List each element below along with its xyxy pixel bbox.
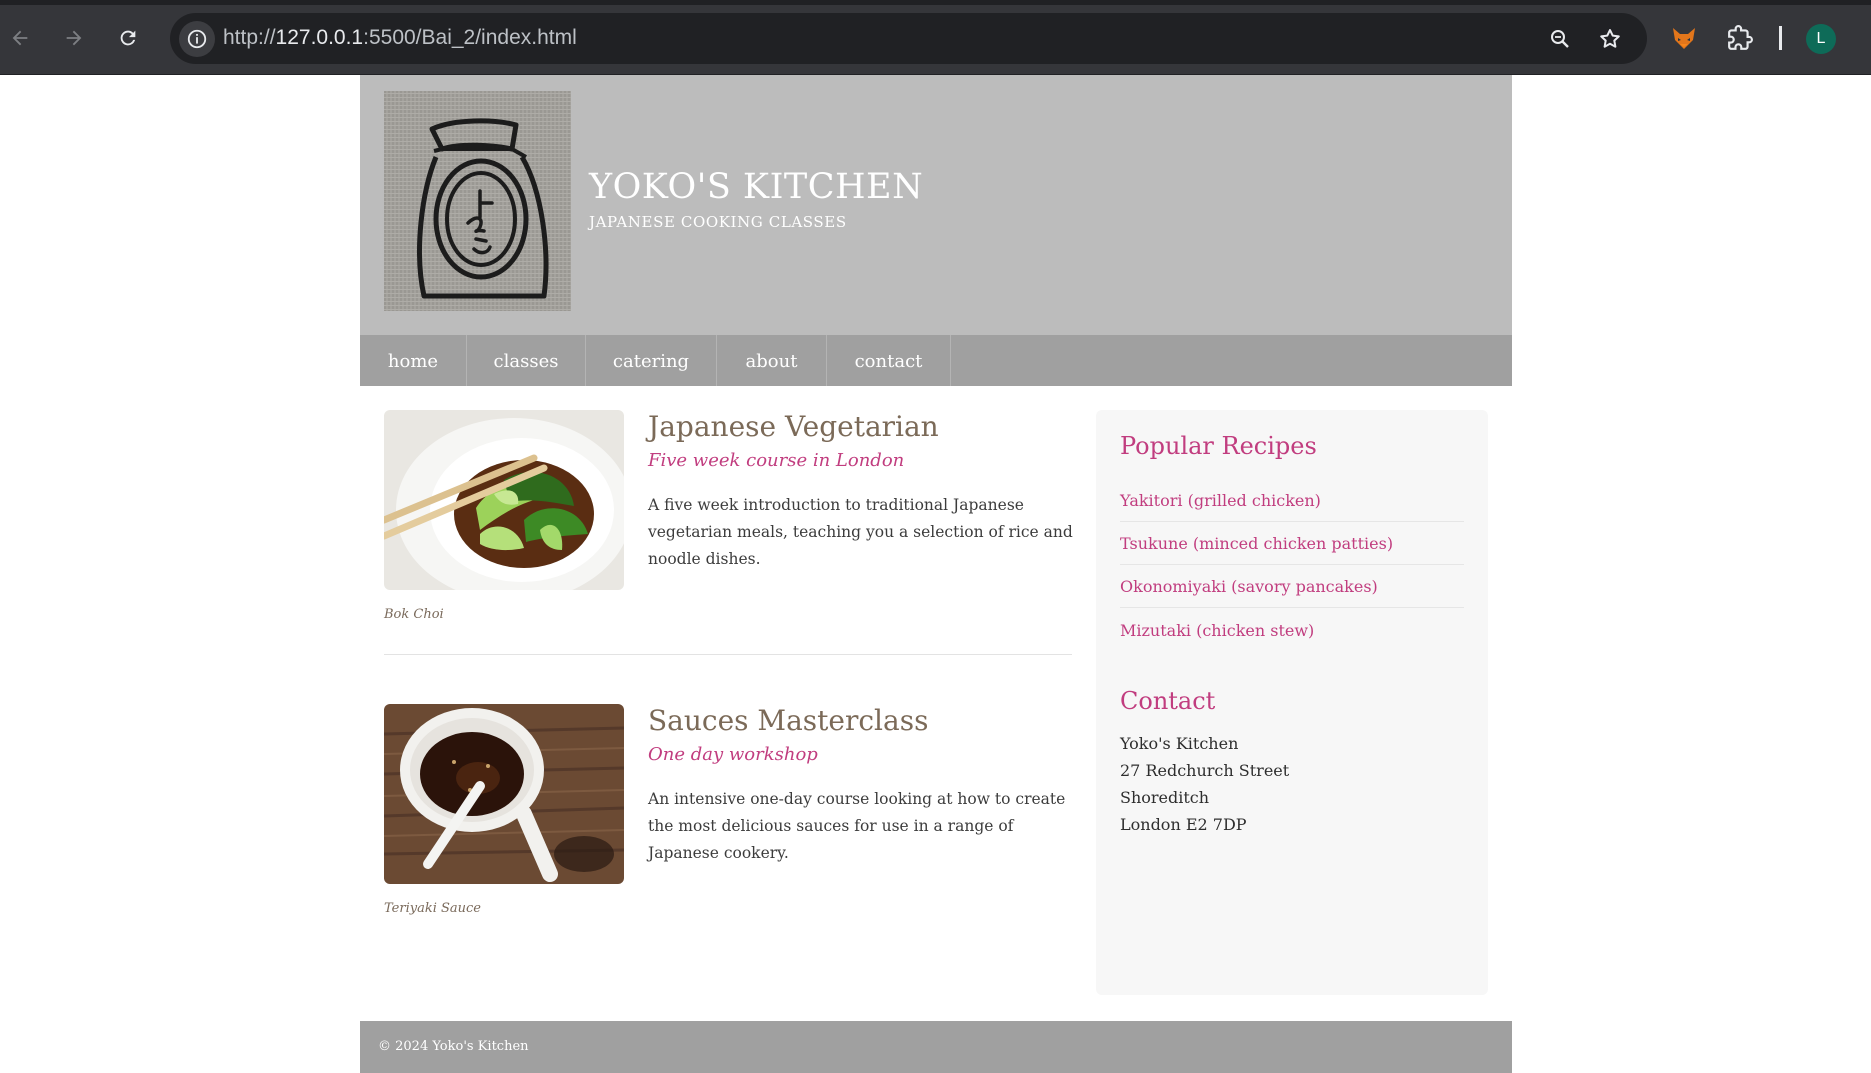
back-icon: [12, 30, 28, 46]
bookmark-star-icon: [1600, 29, 1620, 48]
article-description: An intensive one-day course looking at h…: [648, 790, 1066, 862]
article-divider: [384, 654, 1072, 655]
url-path: :5500/Bai_2/index.html: [363, 26, 577, 49]
page-container: YOKO'S KITCHEN JAPANESE COOKING CLASSES …: [360, 75, 1512, 1073]
reload-button[interactable]: [110, 20, 146, 56]
back-button[interactable]: [2, 20, 38, 56]
recipe-link-tsukune[interactable]: Tsukune (minced chicken patties): [1120, 522, 1464, 565]
image-caption: Bok Choi: [384, 607, 444, 622]
article-title: Sauces Masterclass: [648, 704, 929, 737]
forward-button[interactable]: [56, 20, 92, 56]
popular-recipes-heading: Popular Recipes: [1120, 432, 1317, 460]
bok-choi-illustration: [384, 410, 624, 590]
recipe-link-okonomiyaki[interactable]: Okonomiyaki (savory pancakes): [1120, 565, 1464, 608]
contact-heading: Contact: [1120, 687, 1216, 715]
bok-choi-image: [384, 410, 624, 590]
site-subtitle: JAPANESE COOKING CLASSES: [589, 213, 847, 231]
address-line: Shoreditch: [1120, 788, 1210, 807]
address-line: Yoko's Kitchen: [1120, 734, 1239, 753]
article-subtitle: Five week course in London: [648, 450, 905, 471]
article-sauces-masterclass: Teriyaki Sauce Sauces Masterclass One da…: [384, 704, 1072, 924]
extensions-puzzle-icon: [1728, 25, 1753, 50]
teriyaki-sauce-image: [384, 704, 624, 884]
main-nav: home classes catering about contact: [360, 335, 1512, 386]
toolbar-separator: [1779, 26, 1782, 50]
image-caption: Teriyaki Sauce: [384, 901, 481, 916]
recipe-link-mizutaki[interactable]: Mizutaki (chicken stew): [1120, 609, 1464, 652]
sidebar: Popular Recipes Yakitori (grilled chicke…: [1096, 410, 1488, 995]
fox-extension-icon: [1673, 28, 1695, 49]
logo[interactable]: [384, 91, 571, 311]
reload-icon: [120, 30, 136, 46]
bookmark-button[interactable]: [1596, 25, 1624, 53]
article-title: Japanese Vegetarian: [648, 410, 939, 443]
extensions-button[interactable]: [1724, 22, 1756, 54]
zoom-icon: [1551, 30, 1569, 48]
url-host: 127.0.0.1: [275, 26, 364, 49]
article-japanese-vegetarian: Bok Choi Japanese Vegetarian Five week c…: [384, 410, 1073, 630]
article-description: A five week introduction to traditional …: [648, 496, 1073, 568]
nav-item-contact[interactable]: contact: [827, 335, 951, 386]
address-bar[interactable]: http://127.0.0.1:5500/Bai_2/index.html: [170, 13, 1647, 64]
logo-bag-icon: [384, 91, 571, 311]
site-footer: © 2024 Yoko's Kitchen: [360, 1021, 1512, 1073]
url-scheme: http://: [223, 26, 276, 49]
nav-item-about[interactable]: about: [717, 335, 827, 386]
fox-extension-button[interactable]: [1668, 22, 1700, 54]
article-subtitle: One day workshop: [648, 744, 818, 765]
url-text[interactable]: http://127.0.0.1:5500/Bai_2/index.html: [223, 25, 577, 51]
site-header: YOKO'S KITCHEN JAPANESE COOKING CLASSES: [360, 75, 1512, 335]
nav-item-classes[interactable]: classes: [467, 335, 586, 386]
site-info-icon: [187, 29, 207, 49]
site-title: YOKO'S KITCHEN: [589, 167, 924, 207]
copyright-text: © 2024 Yoko's Kitchen: [378, 1039, 529, 1054]
browser-toolbar: http://127.0.0.1:5500/Bai_2/index.html L: [0, 0, 1871, 75]
tab-strip-edge: [0, 0, 1871, 5]
forward-icon: [66, 30, 82, 46]
recipe-link-yakitori[interactable]: Yakitori (grilled chicken): [1120, 479, 1464, 522]
nav-item-catering[interactable]: catering: [586, 335, 717, 386]
nav-item-home[interactable]: home: [360, 335, 467, 386]
address-line: 27 Redchurch Street: [1120, 761, 1290, 780]
address-line: London E2 7DP: [1120, 815, 1247, 834]
profile-avatar[interactable]: L: [1806, 24, 1836, 54]
teriyaki-sauce-illustration: [384, 704, 624, 884]
zoom-button[interactable]: [1546, 25, 1574, 53]
site-info-button[interactable]: [179, 21, 215, 57]
